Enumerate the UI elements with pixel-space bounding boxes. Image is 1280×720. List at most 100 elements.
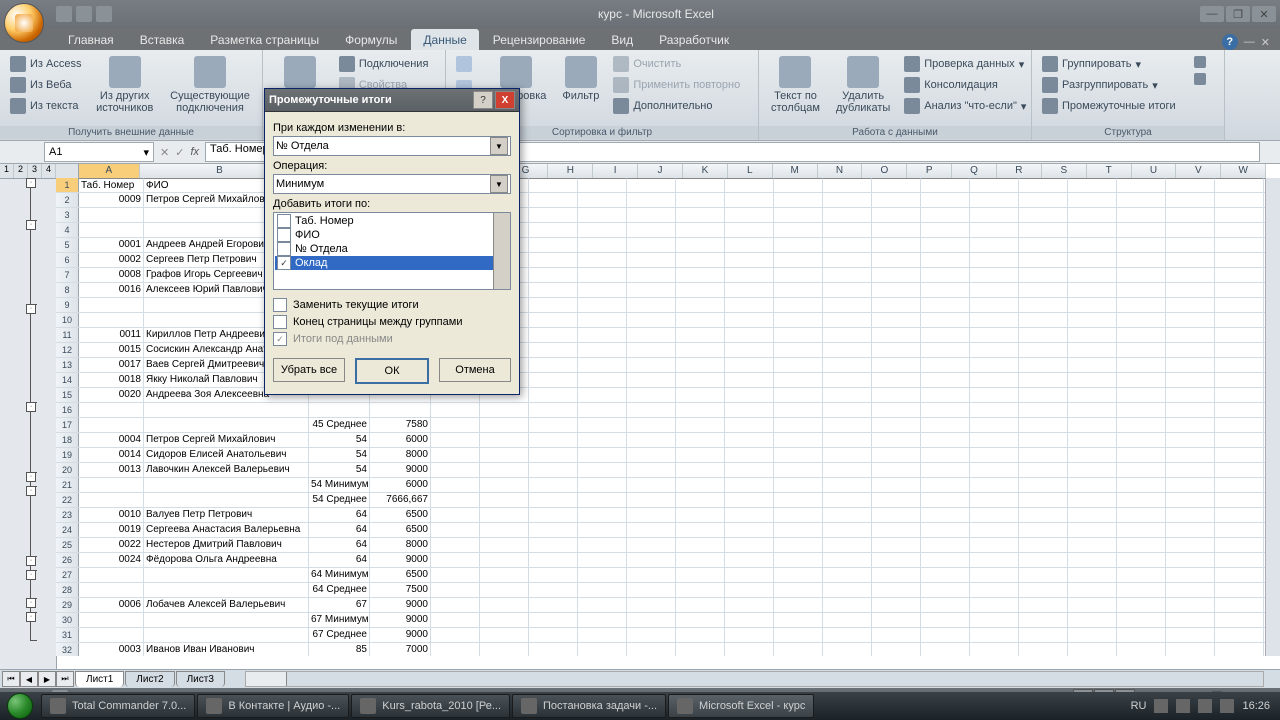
cell[interactable] <box>79 478 144 492</box>
qat-redo-icon[interactable] <box>96 6 112 22</box>
cell[interactable]: 0001 <box>79 238 144 252</box>
cell[interactable] <box>1215 193 1264 207</box>
cell[interactable] <box>872 508 921 522</box>
cell[interactable]: 7500 <box>370 583 431 597</box>
cell[interactable] <box>529 553 578 567</box>
text-to-columns-button[interactable]: Текст по столбцам <box>765 54 826 116</box>
cell[interactable] <box>627 343 676 357</box>
cell[interactable] <box>578 193 627 207</box>
cell[interactable] <box>1215 583 1264 597</box>
cell[interactable] <box>1068 388 1117 402</box>
cell[interactable] <box>872 463 921 477</box>
cell[interactable] <box>970 553 1019 567</box>
horizontal-scrollbar[interactable] <box>245 671 1264 687</box>
cell[interactable] <box>1117 628 1166 642</box>
cell[interactable] <box>1166 388 1215 402</box>
cell[interactable] <box>529 493 578 507</box>
cell[interactable] <box>921 268 970 282</box>
cell[interactable]: 7000 <box>370 643 431 656</box>
cell[interactable] <box>1068 343 1117 357</box>
cell[interactable] <box>529 418 578 432</box>
column-header[interactable]: J <box>638 164 683 178</box>
cell[interactable] <box>921 328 970 342</box>
cell[interactable] <box>1068 463 1117 477</box>
advanced-button[interactable]: Дополнительно <box>609 96 744 116</box>
cell[interactable] <box>872 493 921 507</box>
cell[interactable] <box>1019 373 1068 387</box>
column-header[interactable]: N <box>818 164 863 178</box>
cell[interactable] <box>1166 478 1215 492</box>
cell[interactable] <box>529 568 578 582</box>
cell[interactable] <box>823 448 872 462</box>
cell[interactable] <box>1117 193 1166 207</box>
cell[interactable] <box>823 313 872 327</box>
dialog-titlebar[interactable]: Промежуточные итоги ? X <box>265 89 519 112</box>
cell[interactable] <box>1117 523 1166 537</box>
help-icon[interactable]: ? <box>1222 34 1238 50</box>
cell[interactable] <box>1068 493 1117 507</box>
cell[interactable] <box>676 238 725 252</box>
cell[interactable] <box>970 268 1019 282</box>
cell[interactable]: 0013 <box>79 463 144 477</box>
cell[interactable] <box>1068 208 1117 222</box>
cell[interactable] <box>823 613 872 627</box>
cell[interactable] <box>1166 613 1215 627</box>
cell[interactable] <box>1215 598 1264 612</box>
cell[interactable] <box>823 523 872 537</box>
cell[interactable]: 54 Минимум <box>309 478 370 492</box>
cell[interactable] <box>921 283 970 297</box>
cell[interactable]: 0016 <box>79 283 144 297</box>
cell[interactable] <box>1019 463 1068 477</box>
cell[interactable]: Лавочкин Алексей Валерьевич <box>144 463 309 477</box>
cell[interactable] <box>480 403 529 417</box>
cell[interactable] <box>823 508 872 522</box>
cell[interactable] <box>872 553 921 567</box>
cell[interactable] <box>725 298 774 312</box>
cell[interactable] <box>676 448 725 462</box>
row-header[interactable]: 28 <box>56 583 79 597</box>
cell[interactable] <box>578 418 627 432</box>
row-header[interactable]: 10 <box>56 313 79 327</box>
cell[interactable] <box>676 568 725 582</box>
cell[interactable] <box>1019 598 1068 612</box>
cell[interactable] <box>529 478 578 492</box>
cell[interactable] <box>823 283 872 297</box>
cell[interactable] <box>823 268 872 282</box>
cell[interactable] <box>144 493 309 507</box>
row-header[interactable]: 6 <box>56 253 79 267</box>
cell[interactable] <box>823 253 872 267</box>
cell[interactable] <box>970 463 1019 477</box>
cell[interactable]: 64 Минимум <box>309 568 370 582</box>
column-header[interactable]: R <box>997 164 1042 178</box>
cell[interactable] <box>872 433 921 447</box>
cell[interactable] <box>970 358 1019 372</box>
cell[interactable] <box>480 583 529 597</box>
cell[interactable] <box>1019 433 1068 447</box>
cell[interactable] <box>578 463 627 477</box>
cell[interactable] <box>921 253 970 267</box>
cell[interactable] <box>1215 418 1264 432</box>
cell[interactable] <box>676 328 725 342</box>
cell[interactable] <box>578 613 627 627</box>
cell[interactable] <box>921 448 970 462</box>
minimize-button[interactable]: — <box>1200 6 1224 22</box>
cell[interactable] <box>823 178 872 192</box>
cell[interactable] <box>1166 343 1215 357</box>
cell[interactable] <box>823 193 872 207</box>
cell[interactable] <box>627 508 676 522</box>
cell[interactable] <box>970 613 1019 627</box>
cell[interactable]: 0015 <box>79 343 144 357</box>
sheet-tab[interactable]: Лист2 <box>125 671 174 687</box>
clear-button[interactable]: Очистить <box>609 54 744 74</box>
cell[interactable] <box>578 223 627 237</box>
cell[interactable] <box>921 568 970 582</box>
cell[interactable] <box>1166 358 1215 372</box>
dialog-close-button[interactable]: X <box>495 91 515 109</box>
cell[interactable] <box>1019 403 1068 417</box>
chevron-down-icon[interactable]: ▼ <box>490 175 508 193</box>
cell[interactable] <box>823 493 872 507</box>
cell[interactable] <box>823 388 872 402</box>
cell[interactable] <box>1068 313 1117 327</box>
cell[interactable] <box>1019 493 1068 507</box>
cell[interactable] <box>578 643 627 656</box>
